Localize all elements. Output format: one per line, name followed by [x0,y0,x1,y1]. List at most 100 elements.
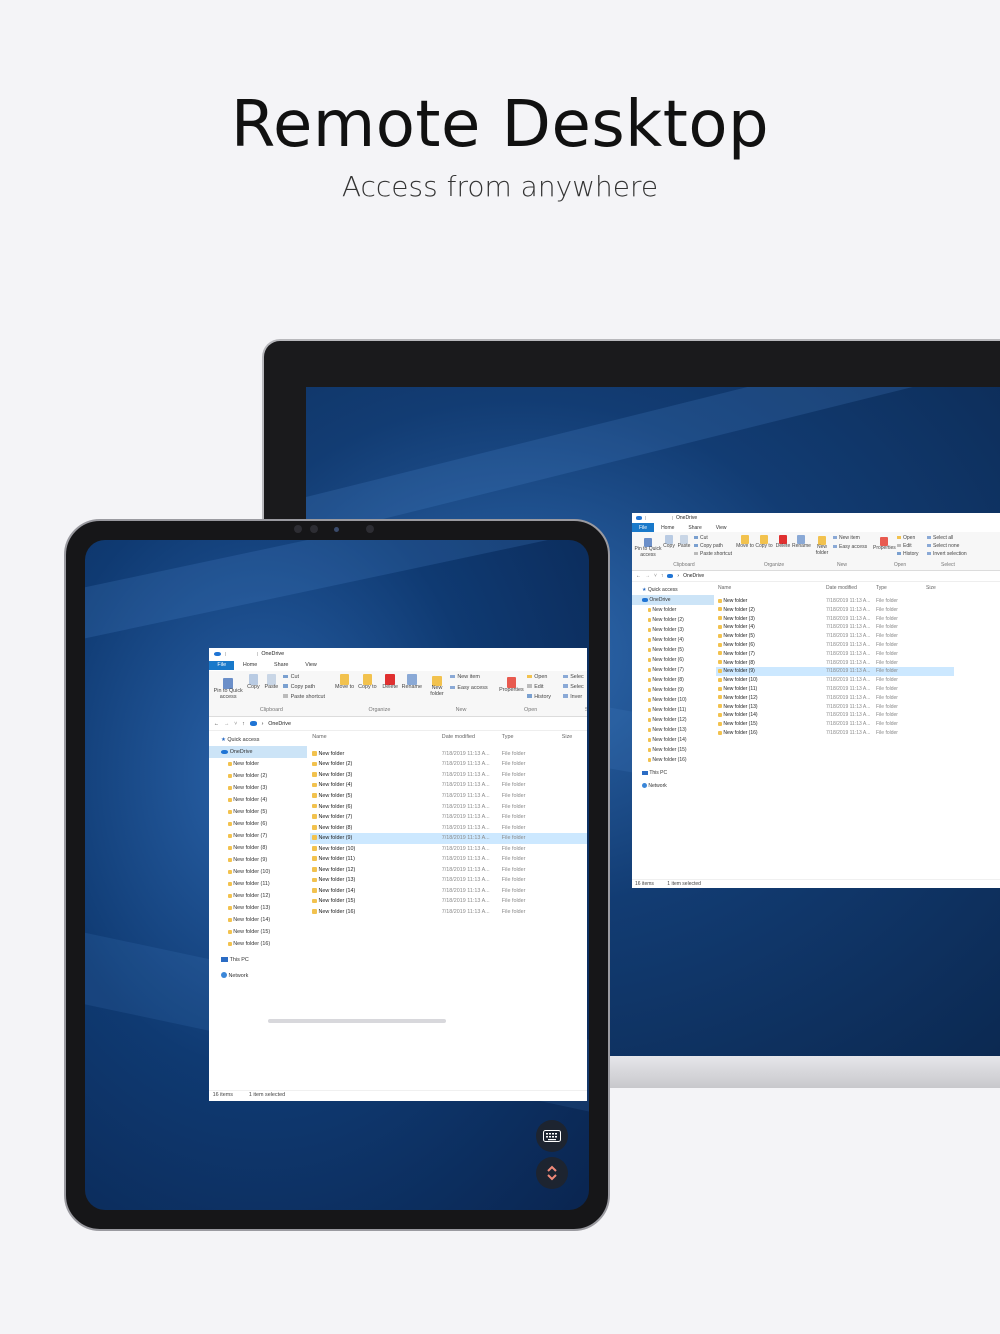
file-row[interactable]: New folder (7) 7/18/2019 11:13 A... File… [310,812,587,823]
column-date-modified[interactable]: Date modified [442,734,475,740]
copy-to-button[interactable]: Copy to [755,535,773,550]
column-size[interactable]: Size [926,585,936,591]
open-button[interactable]: Open [527,674,547,680]
recent-chevron-icon[interactable]: ˅ [234,721,237,727]
easy-access-button[interactable]: Easy access [450,685,488,691]
nav-folder-item[interactable]: New folder (16) [209,938,307,950]
paste-shortcut-button[interactable]: Paste shortcut [694,551,732,557]
nav-folder-item[interactable]: New folder (3) [632,625,714,635]
nav-network[interactable]: Network [209,970,307,982]
delete-button[interactable]: Delete [381,674,400,691]
nav-folder-item[interactable]: New folder (14) [632,735,714,745]
file-row[interactable]: New folder (10) 7/18/2019 11:13 A... Fil… [310,844,587,855]
tab-share[interactable]: Share [681,523,708,532]
keyboard-button[interactable] [536,1120,568,1152]
quick-access-toolbar[interactable] [224,651,258,657]
delete-button[interactable]: Delete [775,535,791,550]
file-row[interactable]: New folder (4) 7/18/2019 11:13 A... File… [310,780,587,791]
nav-folder-item[interactable]: New folder (14) [209,914,307,926]
file-row[interactable]: New folder (8) 7/18/2019 11:13 A... File… [716,659,954,668]
file-row[interactable]: New folder (2) 7/18/2019 11:13 A... File… [310,759,587,770]
file-row[interactable]: New folder (3) 7/18/2019 11:13 A... File… [310,770,587,781]
address-bar[interactable]: ← → ˅ ↑ › OneDrive [209,718,587,731]
copy-path-button[interactable]: Copy path [283,684,315,690]
column-type[interactable]: Type [502,734,514,740]
edit-button[interactable]: Edit [527,684,543,690]
select-none-button[interactable]: Select none [927,543,959,549]
file-row[interactable]: New folder (4) 7/18/2019 11:13 A... File… [716,623,954,632]
cut-button[interactable]: Cut [283,674,299,680]
select-all-button[interactable]: Select all [927,535,953,541]
quick-access-toolbar[interactable] [645,516,673,520]
history-button[interactable]: History [897,551,919,557]
file-row[interactable]: New folder (2) 7/18/2019 11:13 A... File… [716,606,954,615]
new-folder-button[interactable]: New folder [426,675,448,699]
file-row[interactable]: New folder (14) 7/18/2019 11:13 A... Fil… [716,711,954,720]
nav-folder-item[interactable]: New folder (5) [632,645,714,655]
file-row[interactable]: New folder (11) 7/18/2019 11:13 A... Fil… [310,854,587,865]
up-arrow-icon[interactable]: ↑ [242,721,245,727]
tab-home[interactable]: Home [654,523,681,532]
tab-home[interactable]: Home [234,661,265,671]
select-all-button[interactable]: Selec [563,674,584,680]
file-row[interactable]: New folder (10) 7/18/2019 11:13 A... Fil… [716,676,954,685]
nav-folder-item[interactable]: New folder (15) [209,926,307,938]
file-row[interactable]: New folder (6) 7/18/2019 11:13 A... File… [310,802,587,813]
nav-onedrive[interactable]: OneDrive [632,595,714,605]
tab-file[interactable]: File [209,660,235,671]
pin-to-quick-access-button[interactable]: Pin to Quick access [634,538,662,558]
nav-folder-item[interactable]: New folder (5) [209,806,307,818]
nav-folder-item[interactable]: New folder (8) [632,675,714,685]
back-arrow-icon[interactable]: ← [214,721,219,727]
new-folder-button[interactable]: New folder [813,536,831,556]
file-row[interactable]: New folder (7) 7/18/2019 11:13 A... File… [716,650,954,659]
nav-folder-item[interactable]: New folder (3) [209,782,307,794]
column-name[interactable]: Name [312,734,326,740]
nav-network[interactable]: Network [632,781,714,791]
nav-folder-item[interactable]: New folder (4) [209,794,307,806]
column-size[interactable]: Size [562,734,573,740]
address-bar[interactable]: ← → ˅ ↑ › OneDrive [632,571,1000,582]
file-row[interactable]: New folder (3) 7/18/2019 11:13 A... File… [716,615,954,624]
nav-folder-item[interactable]: New folder (6) [632,655,714,665]
file-row[interactable]: New folder (8) 7/18/2019 11:13 A... File… [310,823,587,834]
file-row[interactable]: New folder (11) 7/18/2019 11:13 A... Fil… [716,685,954,694]
rename-button[interactable]: Rename [401,674,423,691]
tab-file[interactable]: File [632,523,655,532]
invert-selection-button[interactable]: Inver [563,694,582,700]
nav-folder-item[interactable]: New folder (10) [632,695,714,705]
properties-button[interactable]: Properties [498,676,524,694]
nav-folder-item[interactable]: New folder (7) [209,830,307,842]
nav-folder-item[interactable]: New folder (7) [632,665,714,675]
file-row[interactable]: New folder (16) 7/18/2019 11:13 A... Fil… [716,729,954,738]
nav-quick-access[interactable]: ★ Quick access [209,734,307,746]
column-date-modified[interactable]: Date modified [826,585,857,591]
nav-onedrive[interactable]: OneDrive [209,746,308,759]
nav-folder-item[interactable]: New folder (10) [209,866,307,878]
file-row[interactable]: New folder (5) 7/18/2019 11:13 A... File… [716,632,954,641]
nav-folder-item[interactable]: New folder [632,605,714,615]
move-to-button[interactable]: Move to [334,674,356,691]
tab-share[interactable]: Share [266,661,297,671]
nav-folder-item[interactable]: New folder (9) [209,854,307,866]
file-row[interactable]: New folder (13) 7/18/2019 11:13 A... Fil… [310,875,587,886]
forward-arrow-icon[interactable]: → [645,573,650,579]
cut-button[interactable]: Cut [694,535,708,541]
nav-folder-item[interactable]: New folder (9) [632,685,714,695]
move-to-button[interactable]: Move to [736,535,754,550]
nav-folder-item[interactable]: New folder (8) [209,842,307,854]
nav-folder-item[interactable]: New folder (12) [209,890,307,902]
rename-button[interactable]: Rename [792,535,811,550]
paste-shortcut-button[interactable]: Paste shortcut [283,694,325,700]
nav-folder-item[interactable]: New folder (2) [632,615,714,625]
nav-folder-item[interactable]: New folder (12) [632,715,714,725]
nav-folder-item[interactable]: New folder [209,758,307,770]
file-row[interactable]: New folder (9) 7/18/2019 11:13 A... File… [716,667,954,677]
back-arrow-icon[interactable]: ← [636,573,641,579]
properties-button[interactable]: Properties [873,537,896,552]
recent-chevron-icon[interactable]: ˅ [654,573,657,579]
file-row[interactable]: New folder 7/18/2019 11:13 A... File fol… [716,597,954,606]
up-arrow-icon[interactable]: ↑ [661,573,664,579]
paste-button[interactable]: Paste [263,674,280,691]
tab-view[interactable]: View [709,523,734,532]
